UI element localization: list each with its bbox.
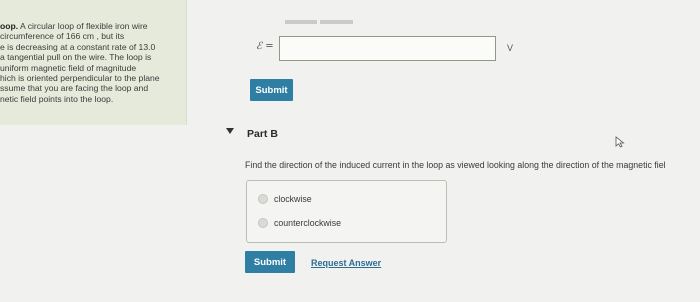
emf-symbol-label: ℰ = — [256, 41, 274, 52]
request-answer-link[interactable]: Request Answer — [311, 258, 381, 268]
mouse-pointer-icon — [615, 136, 625, 148]
problem-text: oop. A circular loop of flexible iron wi… — [0, 21, 184, 104]
option-clockwise-label: clockwise — [274, 194, 312, 204]
part-b-title[interactable]: Part B — [247, 128, 278, 140]
option-clockwise[interactable]: clockwise — [258, 194, 312, 204]
problem-statement-panel: oop. A circular loop of flexible iron wi… — [0, 0, 187, 125]
triangle-down-icon[interactable] — [226, 128, 234, 134]
problem-text-lead: oop. — [0, 21, 19, 31]
radio-counterclockwise[interactable] — [258, 218, 268, 228]
answer-options-group: clockwise counterclockwise — [246, 180, 447, 243]
radio-clockwise[interactable] — [258, 194, 268, 204]
problem-text-body: A circular loop of flexible iron wire ci… — [0, 21, 160, 104]
emf-answer-input[interactable] — [279, 36, 496, 61]
option-counterclockwise-label: counterclockwise — [274, 218, 341, 228]
part-b-submit-button[interactable]: Submit — [245, 251, 295, 273]
unit-label: V — [507, 43, 514, 53]
toolbar-divider-left — [285, 20, 317, 24]
option-counterclockwise[interactable]: counterclockwise — [258, 218, 341, 228]
toolbar-divider-right — [320, 20, 353, 24]
part-a-submit-button[interactable]: Submit — [250, 79, 293, 101]
part-b-question: Find the direction of the induced curren… — [245, 160, 666, 170]
